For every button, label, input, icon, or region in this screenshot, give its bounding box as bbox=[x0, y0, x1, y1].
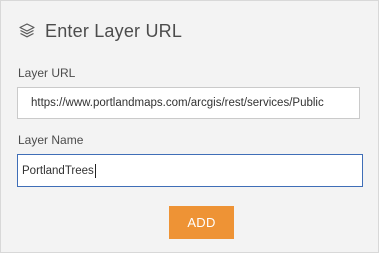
layer-name-value: PortlandTrees bbox=[22, 164, 94, 177]
layer-name-input[interactable]: PortlandTrees bbox=[17, 154, 363, 187]
layers-icon bbox=[18, 22, 36, 40]
text-caret bbox=[94, 163, 96, 178]
layer-url-label: Layer URL bbox=[18, 66, 76, 80]
panel-title: Enter Layer URL bbox=[45, 20, 183, 41]
add-button[interactable]: ADD bbox=[169, 206, 234, 239]
layer-url-input[interactable]: https://www.portlandmaps.com/arcgis/rest… bbox=[17, 87, 360, 119]
enter-layer-url-panel: Enter Layer URL Layer URL https://www.po… bbox=[0, 0, 379, 253]
panel-header: Enter Layer URL bbox=[18, 18, 182, 44]
layer-url-value: https://www.portlandmaps.com/arcgis/rest… bbox=[31, 97, 324, 109]
layer-name-label: Layer Name bbox=[18, 133, 84, 147]
